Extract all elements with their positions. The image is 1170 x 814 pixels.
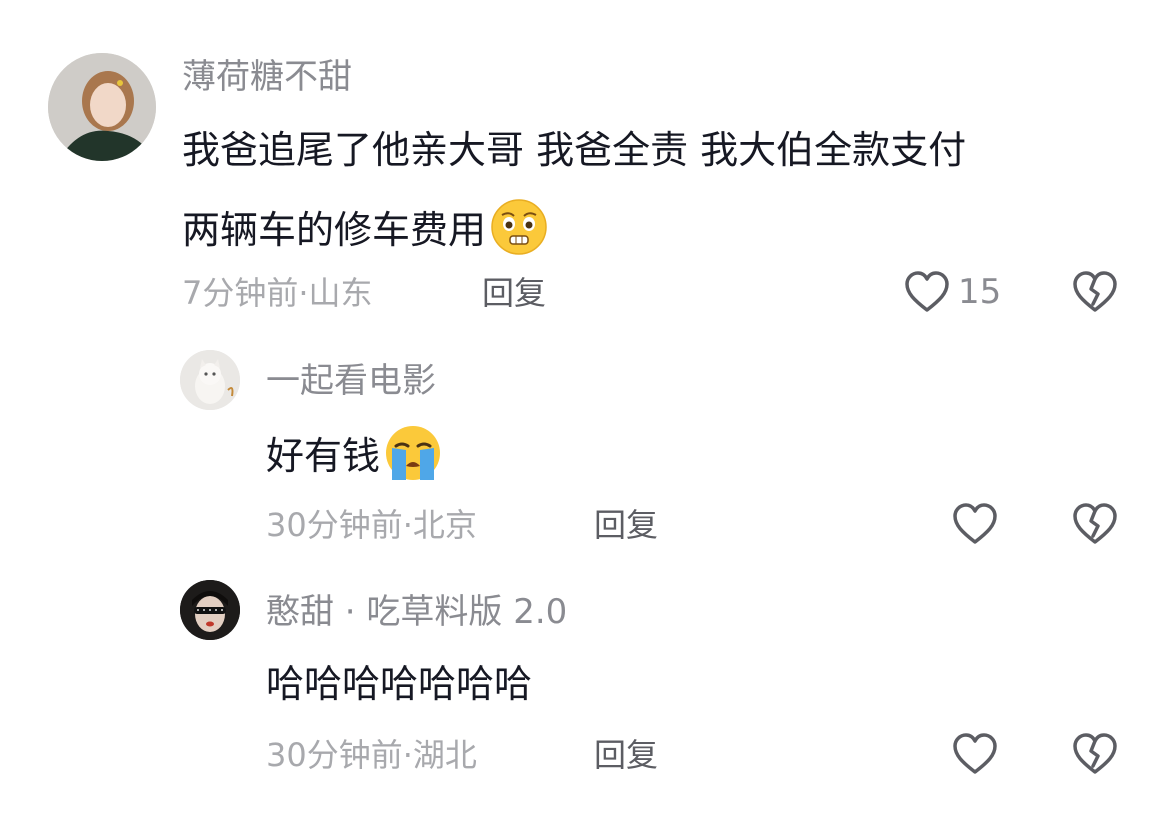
comment-text-line: 两辆车的修车费用 [182,208,487,252]
timestamp: 30分钟前 [266,736,403,774]
comment-text: 哈哈哈哈哈哈哈 [266,662,533,706]
avatar[interactable] [48,53,156,161]
dislike-button[interactable] [1072,270,1118,314]
timestamp: 30分钟前 [266,506,403,544]
location: 北京 [412,506,477,544]
reply-button[interactable]: 回复 [482,277,546,309]
dislike-button[interactable] [1072,502,1118,546]
like-button[interactable]: 15 [904,270,1001,314]
dislike-button[interactable] [1072,732,1118,776]
like-count: 15 [958,272,1002,312]
reply-button[interactable]: 回复 [594,739,658,771]
like-button[interactable] [952,732,1006,776]
separator: · [402,506,413,544]
heart-outline-icon [952,502,998,546]
heart-outline-icon [904,270,950,314]
comment-meta: 30分钟前 · 北京 [266,509,477,541]
comment-text: 我爸追尾了他亲大哥 我爸全责 我大伯全款支付 [182,128,967,172]
grimacing-pleading-face-icon [490,198,548,262]
separator: · [298,274,309,312]
username[interactable]: 憨甜 · 吃草料版 2.0 [266,595,567,629]
comment-text: 两辆车的修车费用 [182,198,548,262]
location: 山东 [308,274,373,312]
comment-text-line: 好有钱 [266,434,381,478]
username[interactable]: 一起看电影 [266,364,436,398]
avatar[interactable] [180,350,240,410]
like-button[interactable] [952,502,1006,546]
comment-meta: 7分钟前 · 山东 [182,277,373,309]
comment-meta: 30分钟前 · 湖北 [266,739,477,771]
separator: · [402,736,413,774]
broken-heart-icon [1072,502,1118,546]
timestamp: 7分钟前 [182,274,299,312]
reply-button[interactable]: 回复 [594,509,658,541]
comment-text: 好有钱 [266,424,442,488]
broken-heart-icon [1072,270,1118,314]
heart-outline-icon [952,732,998,776]
location: 湖北 [412,736,477,774]
username[interactable]: 薄荷糖不甜 [182,60,352,94]
loudly-crying-face-icon [384,424,442,488]
broken-heart-icon [1072,732,1118,776]
avatar[interactable] [180,580,240,640]
